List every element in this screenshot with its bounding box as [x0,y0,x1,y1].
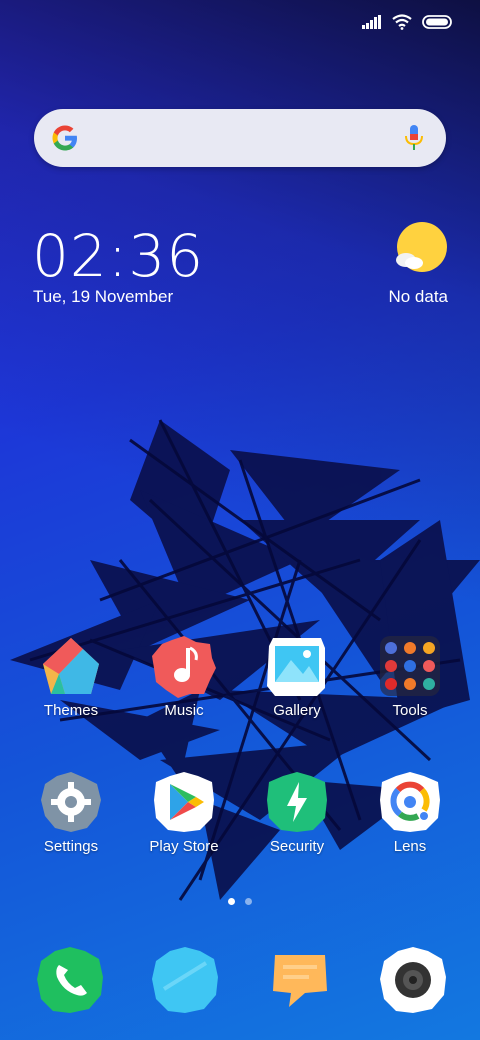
music-icon [152,636,216,698]
gallery-icon [267,638,325,696]
status-bar [362,10,452,34]
dock-phone[interactable] [35,945,105,1015]
dock-messages[interactable] [150,945,220,1015]
phone-icon [37,947,103,1013]
google-search-bar[interactable] [34,109,446,167]
app-security[interactable]: Security [247,770,347,855]
page-indicator [228,898,252,905]
weather-status[interactable]: No data [388,287,448,307]
battery-icon [422,15,452,29]
clock-time[interactable]: 02:36 [32,222,204,290]
dock-camera[interactable] [378,945,448,1015]
app-label: Tools [392,702,428,719]
dock-chat[interactable] [265,945,335,1015]
app-music[interactable]: Music [134,634,234,719]
sun-cloud-icon[interactable] [392,220,450,278]
mic-icon[interactable] [402,123,426,153]
app-label: Lens [393,838,427,855]
app-tools-folder[interactable]: Tools [360,634,460,719]
app-label: Gallery [273,702,321,719]
page-dot[interactable] [245,898,252,905]
app-themes[interactable]: Themes [21,634,121,719]
messages-icon [152,947,218,1013]
tools-folder-icon [380,636,440,696]
app-label: Security [269,838,325,855]
app-label: Themes [43,702,99,719]
themes-icon [43,638,99,694]
app-label: Play Store [149,838,219,855]
lens-icon [380,772,440,832]
page-dot-active[interactable] [228,898,235,905]
signal-icon [362,15,381,29]
app-lens[interactable]: Lens [360,770,460,855]
settings-icon [41,772,101,832]
app-label: Music [164,702,204,719]
app-label: Settings [43,838,99,855]
security-icon [267,772,327,832]
chat-icon [273,955,327,1007]
clock-date[interactable]: Tue, 19 November [33,287,173,307]
google-logo-icon [52,125,77,151]
camera-icon [380,947,446,1013]
app-settings[interactable]: Settings [21,770,121,855]
app-gallery[interactable]: Gallery [247,634,347,719]
wifi-icon [392,14,412,30]
app-play-store[interactable]: Play Store [134,770,234,855]
play-store-icon [154,772,214,832]
